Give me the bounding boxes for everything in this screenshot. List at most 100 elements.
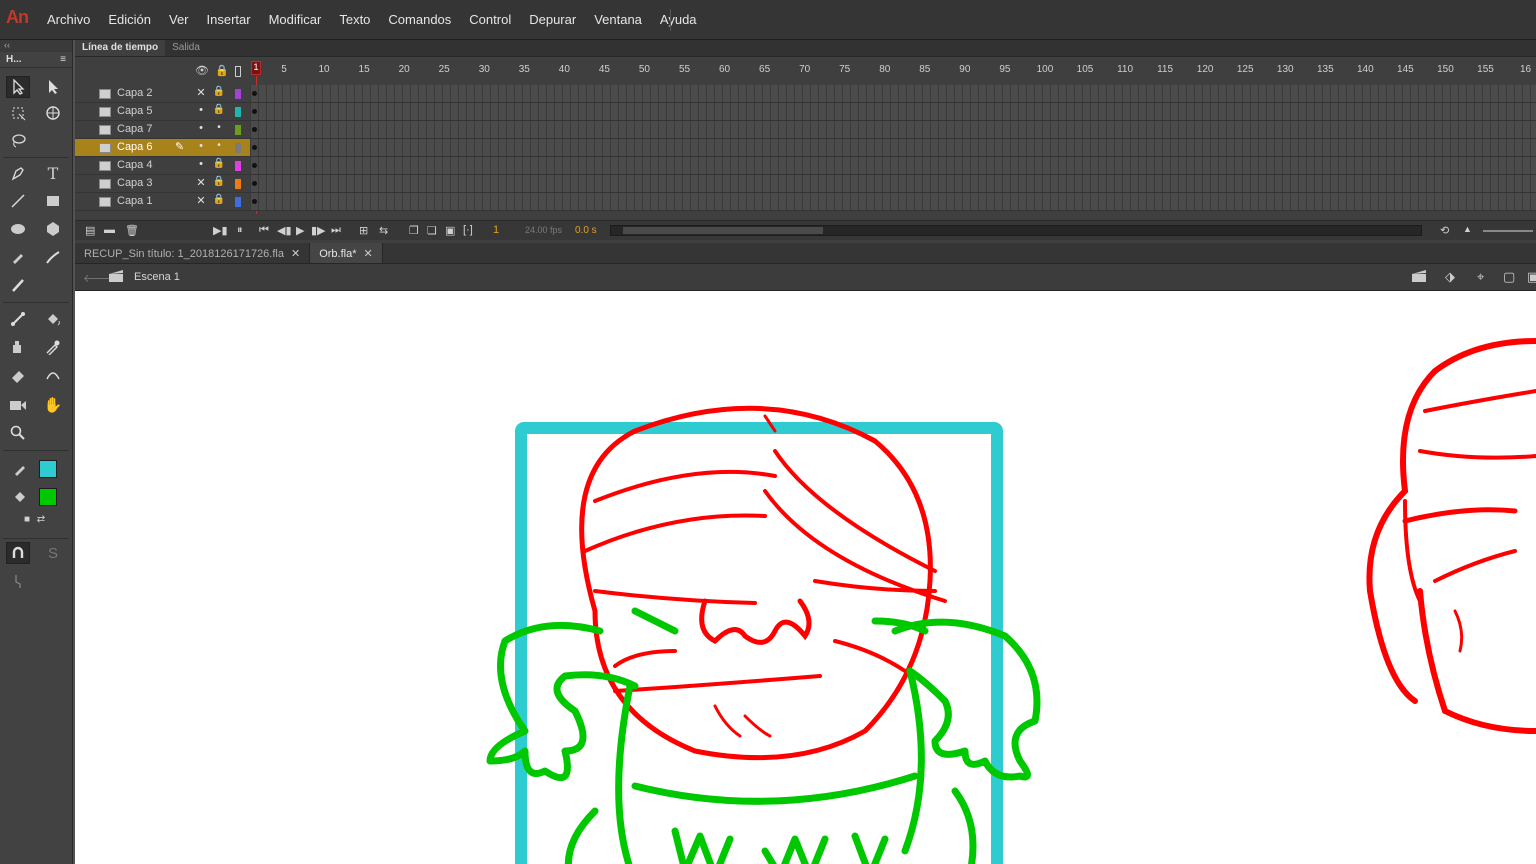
lock-icon[interactable]: 🔒 — [212, 194, 226, 205]
menu-item[interactable]: Modificar — [260, 12, 331, 27]
onion-skin-icon[interactable]: ❐ — [409, 224, 419, 237]
new-folder-icon[interactable]: ▬ — [104, 224, 115, 236]
lock-icon[interactable]: 🔒 — [212, 176, 226, 187]
black-white-icon[interactable]: ■ — [20, 512, 34, 526]
tab-timeline[interactable]: Línea de tiempo — [75, 40, 166, 56]
stroke-color-swatch[interactable] — [39, 460, 57, 478]
lock-icon[interactable]: 🔒 — [212, 158, 226, 169]
zoom-small-icon[interactable]: ▲ — [1463, 224, 1472, 234]
frame-track[interactable] — [250, 85, 1536, 102]
layer-row[interactable]: Capa 1 ✕ 🔒 — [75, 193, 1536, 211]
layer-name[interactable]: Capa 5 — [117, 105, 152, 117]
paint-brush-tool-icon[interactable] — [41, 246, 65, 268]
polystar-tool-icon[interactable] — [41, 218, 65, 240]
loop-icon[interactable]: ⇆ — [379, 224, 388, 237]
pencil-tool-icon[interactable] — [6, 246, 30, 268]
frame-track[interactable] — [250, 139, 1536, 156]
delete-layer-icon[interactable]: 🗑 — [125, 224, 139, 237]
visibility-dot-icon[interactable]: • — [193, 104, 209, 116]
tab-output[interactable]: Salida — [165, 40, 207, 56]
elapsed-time-readout[interactable]: 0.0 s — [575, 225, 597, 236]
layer-outline-color[interactable] — [235, 161, 241, 171]
frame-track[interactable] — [250, 103, 1536, 120]
panel-collapse-icon[interactable]: ‹‹ — [0, 40, 72, 52]
keyframe[interactable] — [252, 91, 257, 96]
frame-track[interactable] — [250, 157, 1536, 174]
stage-options-icon[interactable]: ▣ — [1527, 269, 1536, 285]
menu-item[interactable]: Archivo — [38, 12, 99, 27]
frame-rate-readout[interactable]: 24.00 fps — [525, 225, 562, 235]
layer-name[interactable]: Capa 1 — [117, 195, 152, 207]
play-icon[interactable]: ▶ — [296, 224, 304, 237]
menu-item[interactable]: Ventana — [585, 12, 651, 27]
tab-document-orb[interactable]: Orb.fla* ✕ — [310, 243, 383, 263]
layer-outline-color[interactable] — [235, 143, 241, 153]
center-frame-icon[interactable]: ⊞ — [359, 224, 368, 237]
layer-row[interactable]: Capa 4 • 🔒 — [75, 157, 1536, 175]
edit-symbols-icon[interactable]: ⬗ — [1445, 269, 1455, 285]
3d-rotation-tool-icon[interactable] — [41, 102, 65, 124]
outline-all-layers-icon[interactable] — [235, 66, 241, 77]
camera-tool-icon[interactable] — [6, 394, 30, 416]
lock-icon[interactable]: 🔒 — [212, 104, 226, 115]
layer-name[interactable]: Capa 6 — [117, 141, 152, 153]
show-all-layers-icon[interactable]: 👁 — [195, 64, 209, 77]
frame-track[interactable] — [250, 193, 1536, 210]
layer-name[interactable]: Capa 7 — [117, 123, 152, 135]
swap-colors-icon[interactable]: ⇄ — [34, 512, 48, 526]
layer-outline-color[interactable] — [235, 125, 241, 135]
frame-track[interactable] — [250, 121, 1536, 138]
layer-name[interactable]: Capa 2 — [117, 87, 152, 99]
menu-item[interactable]: Texto — [330, 12, 379, 27]
layer-outline-color[interactable] — [235, 107, 241, 117]
layer-name[interactable]: Capa 3 — [117, 177, 152, 189]
edit-scene-icon[interactable] — [1411, 269, 1431, 286]
panel-menu-icon[interactable]: ≡ — [60, 54, 66, 65]
tab-document-recup[interactable]: RECUP_Sin título: 1_2018126171726.fla ✕ — [75, 243, 311, 263]
modify-markers-icon[interactable]: [·] — [463, 224, 473, 236]
playhead-frame-number[interactable]: 1 — [251, 61, 261, 75]
layer-outline-color[interactable] — [235, 197, 241, 207]
layer-row[interactable]: Capa 3 ✕ 🔒 — [75, 175, 1536, 193]
subselection-tool-icon[interactable] — [41, 76, 65, 98]
snap-to-objects-icon[interactable] — [6, 542, 30, 564]
pen-tool-icon[interactable] — [6, 162, 30, 184]
unlock-dot-icon[interactable]: • — [212, 122, 226, 133]
width-tool-icon[interactable] — [41, 364, 65, 386]
center-stage-icon[interactable]: ⌖ — [1477, 269, 1484, 285]
menu-item[interactable]: Depurar — [520, 12, 585, 27]
onion-skin-outlines-icon[interactable]: ❏ — [427, 224, 437, 237]
unlock-dot-icon[interactable]: • — [212, 140, 226, 151]
layer-name[interactable]: Capa 4 — [117, 159, 152, 171]
new-layer-icon[interactable]: ▤ — [85, 224, 95, 237]
close-icon[interactable]: ✕ — [291, 248, 300, 260]
last-frame-icon[interactable]: ⏭ — [331, 224, 341, 237]
layer-outline-color[interactable] — [235, 89, 241, 99]
layer-row[interactable]: Capa 6 ✎ • • — [75, 139, 1536, 157]
lock-all-layers-icon[interactable]: 🔒 — [215, 64, 229, 77]
stage-canvas[interactable] — [75, 291, 1536, 864]
step-back-icon[interactable]: ◀▮ — [277, 224, 292, 237]
rectangle-tool-icon[interactable] — [41, 190, 65, 212]
layer-row[interactable]: Capa 5 • 🔒 — [75, 103, 1536, 121]
menu-item[interactable]: Control — [460, 12, 520, 27]
eraser-tool-icon[interactable] — [6, 364, 30, 386]
menu-item[interactable]: Ver — [160, 12, 198, 27]
visibility-dot-icon[interactable]: • — [193, 140, 209, 152]
menu-item[interactable]: Comandos — [379, 12, 460, 27]
keyframe[interactable] — [252, 145, 257, 150]
scene-label[interactable]: Escena 1 — [134, 271, 180, 283]
keyframe[interactable] — [252, 163, 257, 168]
lock-icon[interactable]: 🔒 — [212, 86, 226, 97]
current-frame-readout[interactable]: 1 — [493, 224, 499, 236]
eyedropper-tool-icon[interactable] — [41, 336, 65, 358]
ink-bottle-tool-icon[interactable] — [6, 336, 30, 358]
keyframe[interactable] — [252, 109, 257, 114]
zoom-tool-icon[interactable] — [6, 422, 30, 444]
menu-item[interactable]: Insertar — [198, 12, 260, 27]
close-icon[interactable]: ✕ — [364, 248, 373, 260]
timeline-zoom-slider[interactable] — [1483, 230, 1533, 232]
line-tool-icon[interactable] — [6, 190, 30, 212]
bone-tool-icon[interactable] — [6, 308, 30, 330]
hidden-x-icon[interactable]: ✕ — [193, 194, 209, 207]
